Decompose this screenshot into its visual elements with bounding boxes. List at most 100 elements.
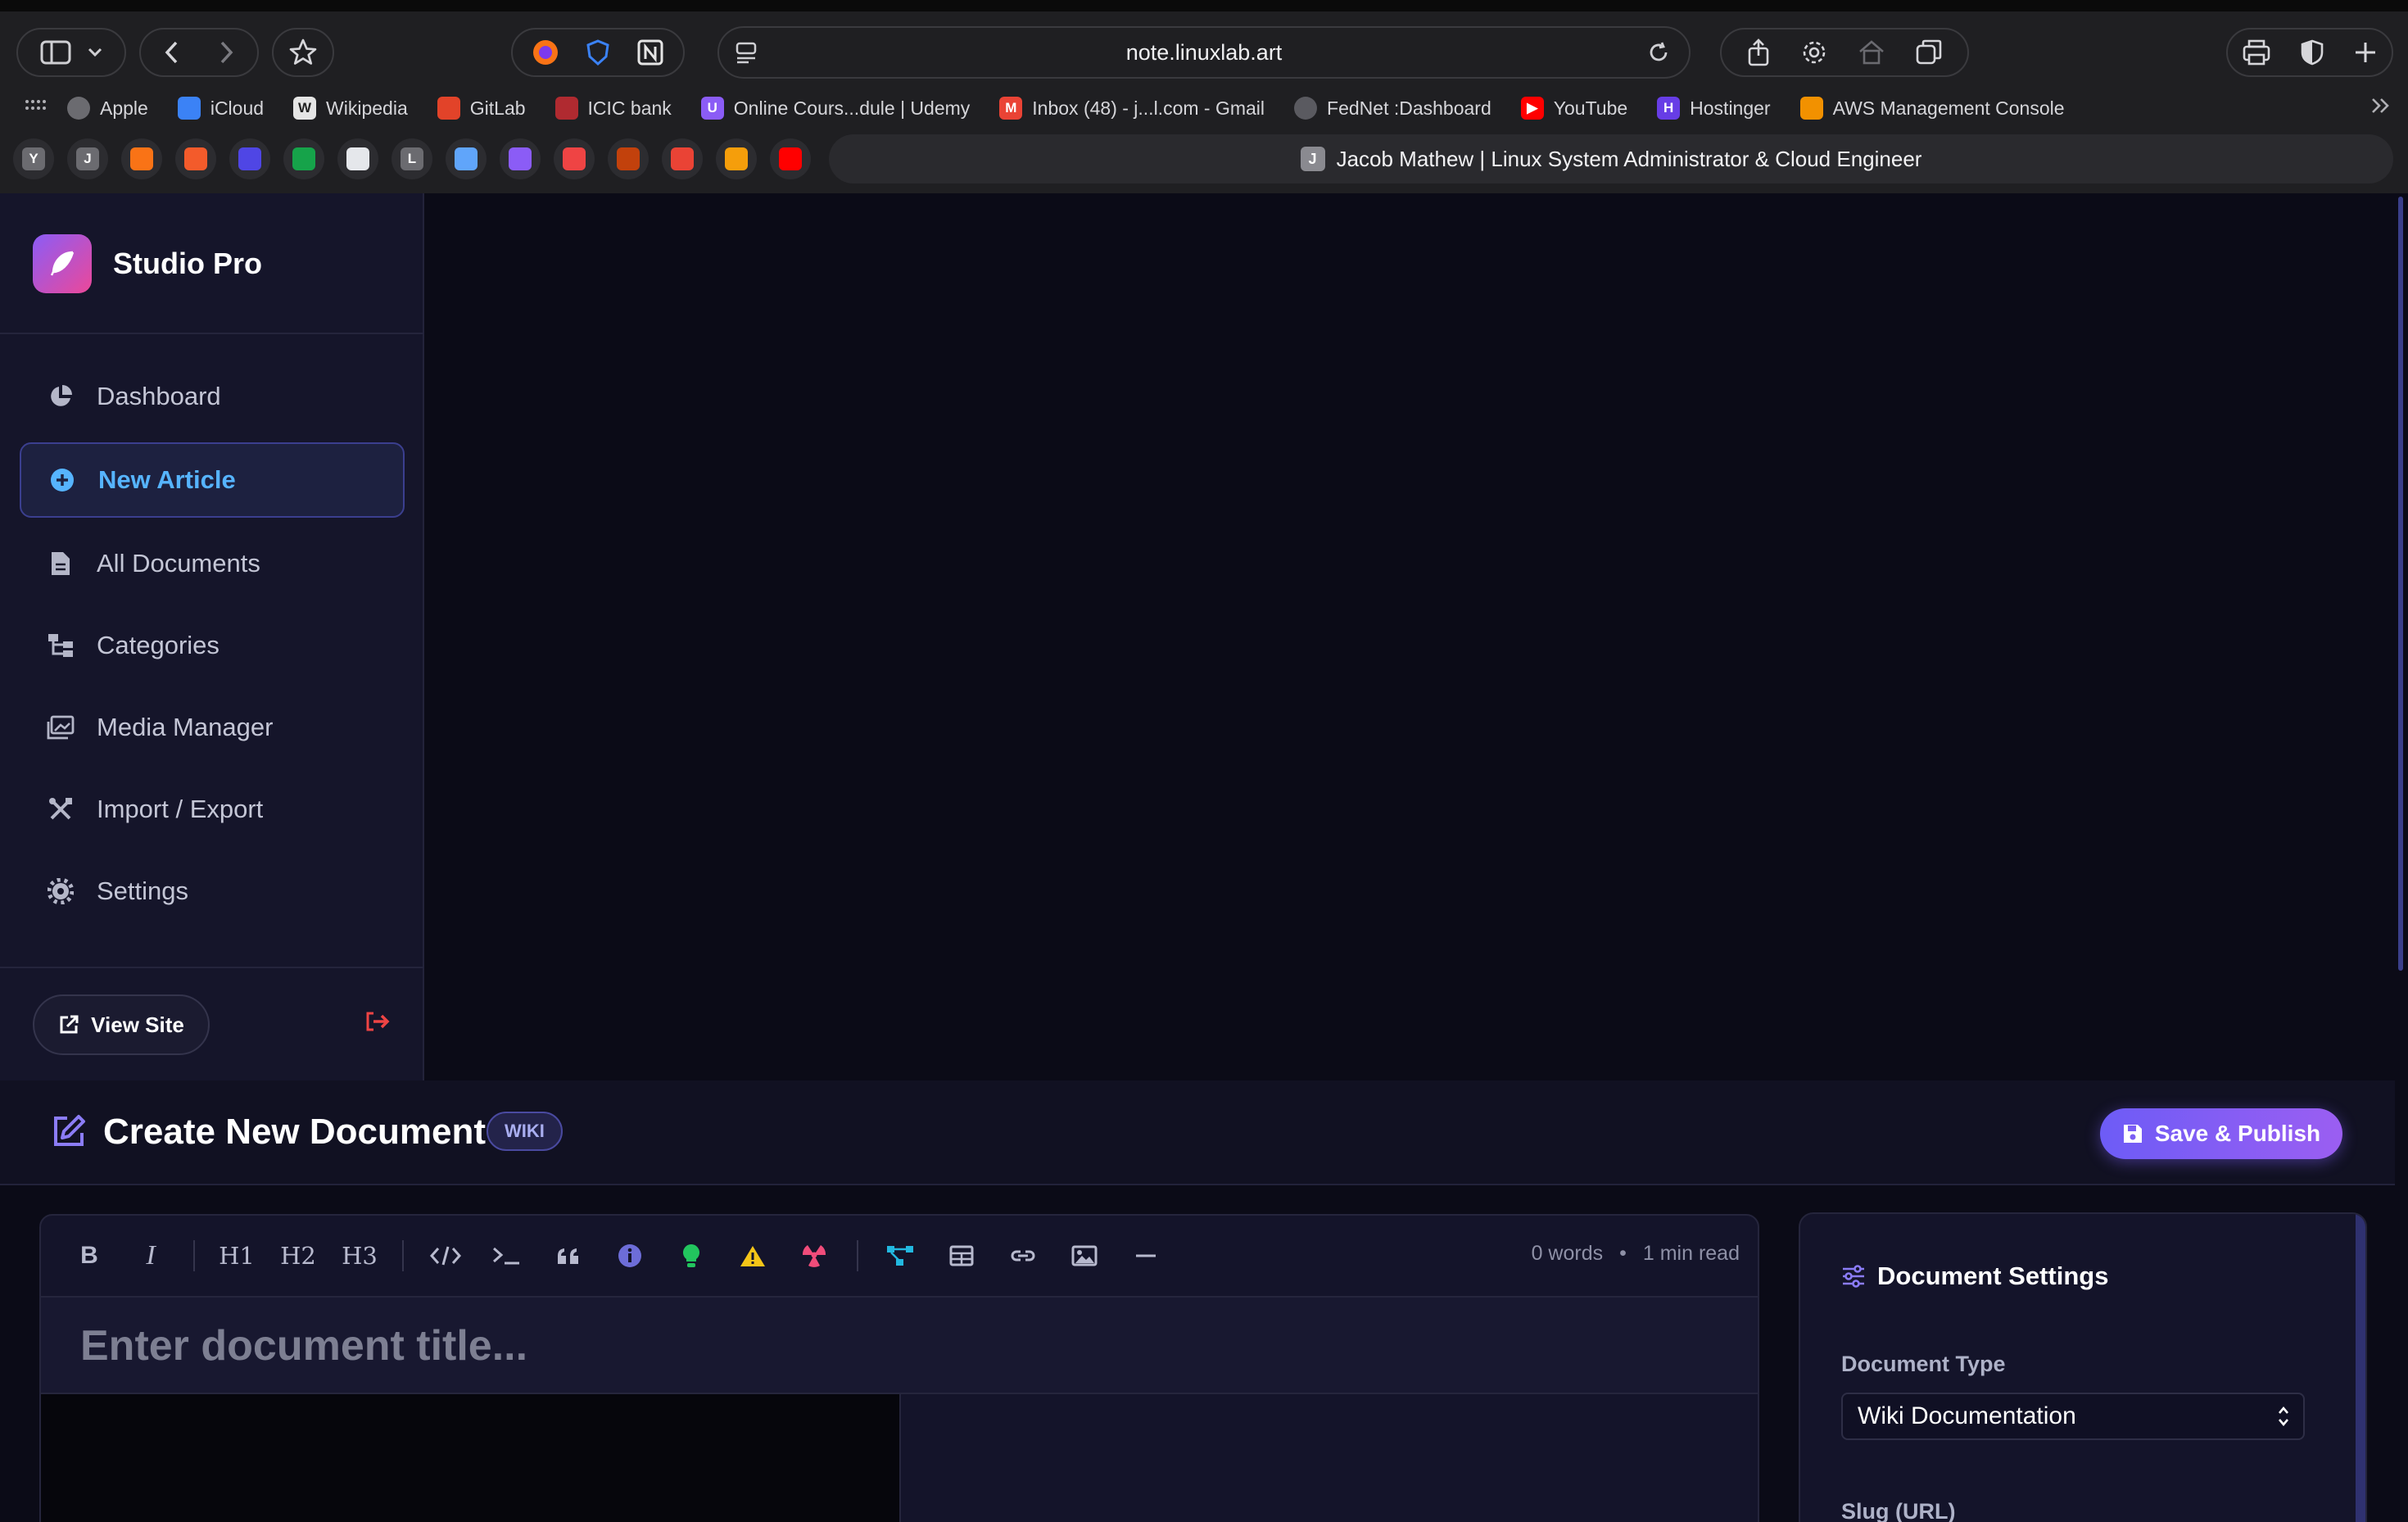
pinned-tab[interactable] bbox=[446, 138, 487, 179]
scrollbar[interactable] bbox=[2395, 193, 2408, 1522]
pinned-tab[interactable] bbox=[608, 138, 649, 179]
tab-favicon: J bbox=[1300, 147, 1325, 171]
extension-firefox-icon[interactable] bbox=[532, 39, 559, 66]
pinned-tab[interactable] bbox=[229, 138, 270, 179]
share-icon[interactable] bbox=[1746, 38, 1771, 67]
file-icon bbox=[44, 550, 77, 577]
new-tab-icon[interactable] bbox=[2353, 40, 2378, 65]
view-site-button[interactable]: View Site bbox=[33, 994, 210, 1055]
diagram-button[interactable] bbox=[876, 1232, 924, 1280]
reload-icon[interactable] bbox=[1646, 40, 1671, 65]
back-icon[interactable] bbox=[164, 40, 179, 65]
pinned-tab[interactable]: Y bbox=[13, 138, 54, 179]
warning-callout-button[interactable] bbox=[729, 1232, 776, 1280]
bookmark-gitlab[interactable]: GitLab bbox=[437, 97, 526, 120]
bold-button[interactable]: B bbox=[66, 1232, 113, 1280]
page-menu-icon[interactable] bbox=[734, 40, 758, 65]
sidebar-item-label: All Documents bbox=[97, 549, 260, 578]
horizontal-rule-button[interactable] bbox=[1122, 1232, 1170, 1280]
sidebar-item-categories[interactable]: Categories bbox=[20, 608, 405, 683]
print-icon[interactable] bbox=[2242, 39, 2271, 66]
bookmark-aws[interactable]: AWS Management Console bbox=[1799, 97, 2065, 120]
pinned-tab[interactable] bbox=[554, 138, 595, 179]
terminal-button[interactable] bbox=[483, 1232, 531, 1280]
extension-notion-icon[interactable] bbox=[636, 39, 664, 66]
toolbar-actions bbox=[1720, 28, 1969, 77]
pinned-tab[interactable] bbox=[716, 138, 757, 179]
logout-icon[interactable] bbox=[365, 1011, 390, 1032]
sidebar-item-dashboard[interactable]: Dashboard bbox=[20, 359, 405, 434]
sidebar-item-label: Settings bbox=[97, 877, 189, 905]
tools-icon bbox=[44, 796, 77, 822]
pinned-tab[interactable]: L bbox=[392, 138, 432, 179]
bookmark-gmail[interactable]: M Inbox (48) - j...l.com - Gmail bbox=[999, 97, 1265, 120]
more-bookmarks-icon[interactable] bbox=[2370, 97, 2392, 115]
sidebar-item-new-article[interactable]: New Article bbox=[20, 442, 405, 518]
youtube-icon: ▶ bbox=[1520, 97, 1544, 120]
bookmark-label: ICIC bank bbox=[587, 97, 672, 119]
pinned-tab[interactable] bbox=[662, 138, 703, 179]
panel-scroll-edge bbox=[2356, 1214, 2365, 1522]
bookmark-label: AWS Management Console bbox=[1832, 97, 2065, 119]
italic-button[interactable]: I bbox=[127, 1232, 174, 1280]
sidebar-item-media-manager[interactable]: Media Manager bbox=[20, 690, 405, 765]
scrollbar-thumb[interactable] bbox=[2398, 197, 2403, 971]
pinned-tab-favicon-icon bbox=[455, 147, 478, 170]
diagram-icon bbox=[886, 1244, 914, 1267]
bookmark-wikipedia[interactable]: W Wikipedia bbox=[293, 97, 408, 120]
pinned-tab[interactable]: J bbox=[67, 138, 108, 179]
brand[interactable]: Studio Pro bbox=[33, 234, 262, 293]
bookmark-youtube[interactable]: ▶ YouTube bbox=[1520, 97, 1628, 120]
pinned-tab[interactable] bbox=[770, 138, 811, 179]
bookmark-label: Hostinger bbox=[1690, 97, 1771, 119]
bookmark-star-button[interactable] bbox=[272, 28, 334, 77]
code-button[interactable] bbox=[422, 1232, 469, 1280]
h3-button[interactable]: H3 bbox=[336, 1232, 383, 1280]
save-publish-button[interactable]: Save & Publish bbox=[2100, 1108, 2342, 1159]
link-button[interactable] bbox=[999, 1232, 1047, 1280]
edit-icon bbox=[51, 1113, 87, 1149]
sidebar-item-all-documents[interactable]: All Documents bbox=[20, 526, 405, 601]
document-type-select[interactable]: Wiki Documentation bbox=[1841, 1393, 2305, 1440]
bookmark-hostinger[interactable]: H Hostinger bbox=[1657, 97, 1771, 120]
bookmark-label: YouTube bbox=[1553, 97, 1628, 119]
toolbar-divider bbox=[193, 1240, 195, 1271]
pinned-tab-favicon-icon bbox=[346, 147, 369, 170]
forward-icon[interactable] bbox=[220, 40, 234, 65]
sidebar-item-import-export[interactable]: Import / Export bbox=[20, 772, 405, 847]
chevron-down-icon bbox=[88, 48, 102, 57]
pinned-tab[interactable] bbox=[337, 138, 378, 179]
danger-callout-button[interactable] bbox=[790, 1232, 838, 1280]
privacy-shield-icon[interactable] bbox=[2300, 39, 2324, 66]
bookmark-icic[interactable]: ICIC bank bbox=[554, 97, 672, 120]
active-tab[interactable]: J Jacob Mathew | Linux System Administra… bbox=[829, 134, 2393, 183]
pinned-tab[interactable] bbox=[175, 138, 216, 179]
bookmark-icloud[interactable]: iCloud bbox=[177, 97, 264, 120]
image-button[interactable] bbox=[1061, 1232, 1108, 1280]
bookmark-fednet[interactable]: FedNet :Dashboard bbox=[1294, 97, 1491, 120]
icloud-icon bbox=[177, 97, 201, 120]
extension-shield-icon[interactable] bbox=[584, 39, 612, 66]
pinned-tab[interactable] bbox=[283, 138, 324, 179]
info-callout-button[interactable] bbox=[606, 1232, 654, 1280]
h2-button[interactable]: H2 bbox=[274, 1232, 322, 1280]
bookmark-udemy[interactable]: U Online Cours...dule | Udemy bbox=[700, 97, 970, 120]
sidebar-item-settings[interactable]: Settings bbox=[20, 854, 405, 929]
h1-button[interactable]: H1 bbox=[213, 1232, 260, 1280]
table-button[interactable] bbox=[938, 1232, 985, 1280]
tabs-overview-icon[interactable] bbox=[1915, 39, 1943, 66]
markdown-editor[interactable] bbox=[41, 1394, 899, 1522]
sidebar-toggle-button[interactable] bbox=[16, 28, 126, 77]
tip-callout-button[interactable] bbox=[668, 1232, 715, 1280]
toolbar-divider bbox=[402, 1240, 404, 1271]
address-bar[interactable]: note.linuxlab.art bbox=[717, 26, 1691, 79]
settings-title: Document Settings bbox=[1877, 1262, 2109, 1290]
gear-icon[interactable] bbox=[1800, 39, 1828, 66]
home-icon[interactable] bbox=[1858, 39, 1885, 66]
document-title-input[interactable] bbox=[80, 1317, 1636, 1375]
apps-grid-icon[interactable] bbox=[25, 99, 46, 117]
bookmark-apple[interactable]: Apple bbox=[67, 97, 148, 120]
quote-button[interactable] bbox=[545, 1232, 592, 1280]
pinned-tab[interactable] bbox=[500, 138, 541, 179]
pinned-tab[interactable] bbox=[121, 138, 162, 179]
